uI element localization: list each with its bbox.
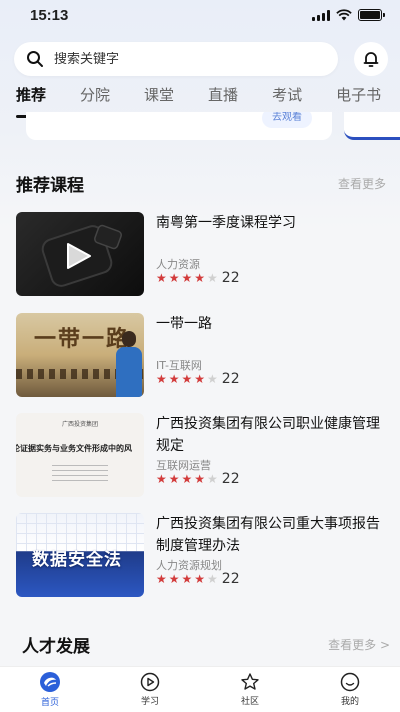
- nav-community[interactable]: 社区: [210, 672, 290, 707]
- thumbnail-headline: 数据安全法: [32, 550, 122, 570]
- thumbnail-headline: 论证据实务与业务文件形成中的风: [16, 444, 132, 453]
- status-icons: [312, 9, 385, 21]
- search-row: [14, 42, 388, 76]
- course-score: 22: [221, 471, 240, 487]
- course-info: 广西投资集团有限公司职业健康管理规定 互联网运营 ★★★★★ 22: [156, 413, 386, 497]
- banner-watch-button[interactable]: 去观看: [262, 112, 312, 128]
- course-thumbnail: [16, 212, 144, 296]
- notification-button[interactable]: [354, 42, 388, 76]
- play-video-graphic: [41, 224, 122, 287]
- category-tabs: 推荐 分院 课堂 直播 考试 电子书: [16, 84, 400, 118]
- recommended-header: 推荐课程 查看更多: [16, 171, 386, 196]
- nav-study-label: 学习: [140, 697, 159, 707]
- rating-stars-icon: ★★★★★: [156, 372, 220, 386]
- course-item[interactable]: 广西投资集团 论证据实务与业务文件形成中的风 广西投资集团有限公司职业健康管理规…: [16, 413, 386, 497]
- course-rating: ★★★★★ 22: [156, 471, 240, 487]
- course-rating: ★★★★★ 22: [156, 571, 240, 587]
- course-score: 22: [221, 571, 240, 587]
- presenter-figure: [116, 331, 142, 397]
- tab-ebook[interactable]: 电子书: [336, 84, 381, 112]
- home-logo-icon: [40, 672, 60, 692]
- bell-icon: [363, 52, 379, 67]
- nav-home-label: 首页: [40, 698, 59, 708]
- course-rating: ★★★★★ 22: [156, 371, 240, 387]
- bottom-nav: 首页 学习 社区 我的: [0, 666, 400, 712]
- banner-card-next[interactable]: [344, 112, 400, 140]
- banner-carousel[interactable]: 去观看: [0, 112, 400, 146]
- course-thumbnail: 一带一路: [16, 313, 144, 397]
- course-item[interactable]: 一带一路 一带一路 IT-互联网 ★★★★★ 22: [16, 313, 386, 397]
- star-icon: [241, 673, 259, 690]
- search-icon: [27, 51, 43, 67]
- search-input[interactable]: [54, 51, 294, 67]
- battery-icon: [358, 9, 385, 21]
- course-info: 南粤第一季度课程学习 人力资源 ★★★★★ 22: [156, 212, 386, 296]
- course-rating: ★★★★★ 22: [156, 270, 240, 286]
- nav-study[interactable]: 学习: [110, 672, 190, 707]
- rating-stars-icon: ★★★★★: [156, 572, 220, 586]
- rating-stars-icon: ★★★★★: [156, 472, 220, 486]
- tab-recommend[interactable]: 推荐: [16, 84, 47, 118]
- course-item[interactable]: 南粤第一季度课程学习 人力资源 ★★★★★ 22: [16, 212, 386, 296]
- course-item[interactable]: 数据安全法 广西投资集团有限公司重大事项报告制度管理办法 人力资源规划 ★★★★…: [16, 513, 386, 597]
- banner-card[interactable]: 去观看: [26, 112, 332, 140]
- course-score: 22: [221, 371, 240, 387]
- tab-exam[interactable]: 考试: [272, 84, 302, 112]
- thumbnail-org: 广西投资集团: [61, 421, 98, 428]
- cellular-signal-icon: [312, 9, 330, 21]
- course-info: 一带一路 IT-互联网 ★★★★★ 22: [156, 313, 386, 397]
- recommended-title: 推荐课程: [16, 175, 84, 196]
- status-bar: 15:13: [0, 0, 400, 30]
- wifi-icon: [336, 9, 352, 21]
- smile-face-icon: [340, 672, 360, 692]
- talent-title: 人才发展: [22, 636, 90, 657]
- course-info: 广西投资集团有限公司重大事项报告制度管理办法 人力资源规划 ★★★★★ 22: [156, 513, 386, 597]
- tab-live[interactable]: 直播: [208, 84, 238, 112]
- course-title: 南粤第一季度课程学习: [156, 215, 296, 231]
- tab-classroom[interactable]: 课堂: [144, 84, 174, 112]
- course-thumbnail: 数据安全法: [16, 513, 144, 597]
- course-score: 22: [221, 270, 240, 286]
- talent-header: 人才发展 查看更多 >: [22, 632, 390, 657]
- thumbnail-text-lines: [52, 465, 108, 485]
- course-title: 广西投资集团有限公司重大事项报告制度管理办法: [156, 516, 380, 554]
- nav-mine-label: 我的: [340, 697, 359, 707]
- tab-branch[interactable]: 分院: [80, 84, 110, 112]
- course-title: 一带一路: [156, 316, 212, 332]
- nav-community-label: 社区: [240, 697, 259, 707]
- recommended-more-link[interactable]: 查看更多: [338, 175, 386, 192]
- nav-mine[interactable]: 我的: [310, 672, 390, 707]
- talent-more-link[interactable]: 查看更多 >: [328, 636, 390, 653]
- rating-stars-icon: ★★★★★: [156, 271, 220, 285]
- status-time: 15:13: [30, 6, 69, 24]
- course-title: 广西投资集团有限公司职业健康管理规定: [156, 416, 380, 454]
- course-thumbnail: 广西投资集团 论证据实务与业务文件形成中的风: [16, 413, 144, 497]
- nav-home[interactable]: 首页: [10, 671, 90, 708]
- play-circle-icon: [140, 672, 160, 692]
- search-box[interactable]: [14, 42, 338, 76]
